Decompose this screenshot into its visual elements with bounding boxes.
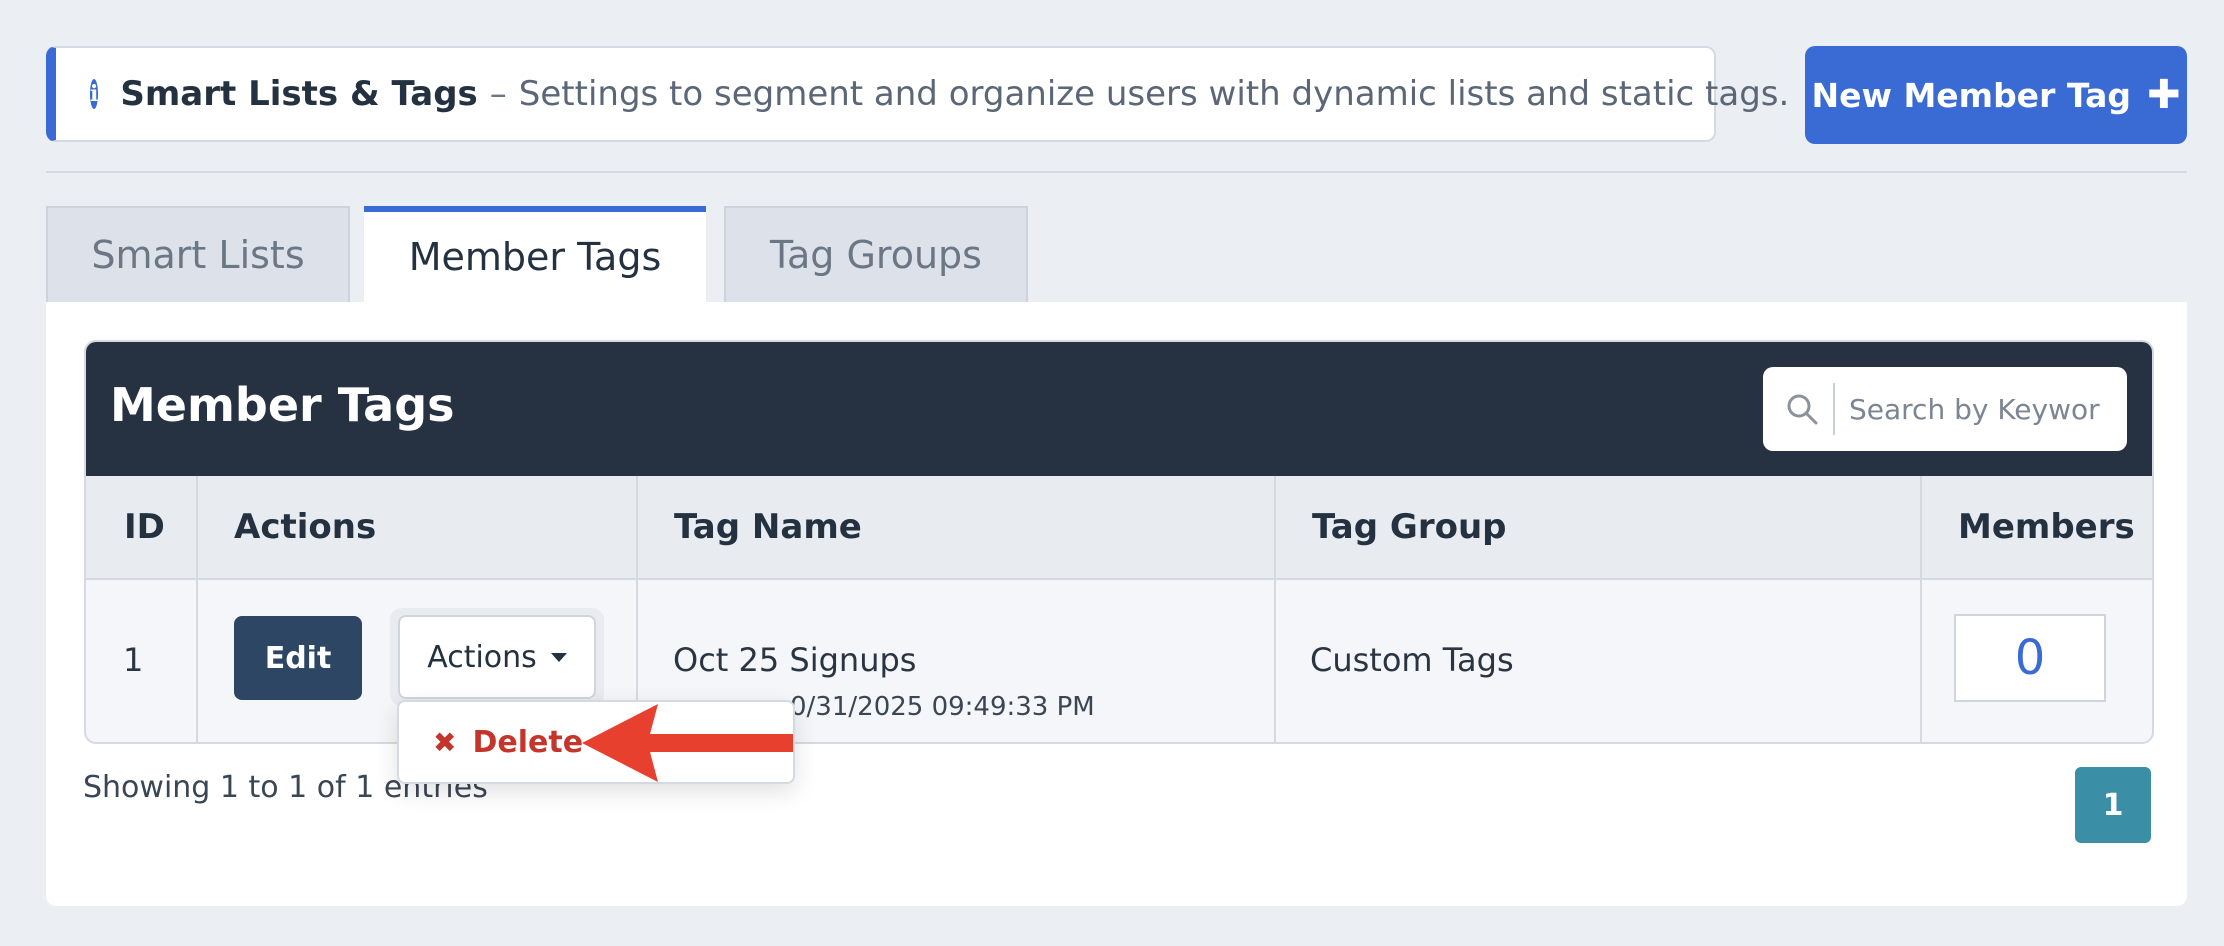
delete-menu-item[interactable]: ✖ Delete: [433, 702, 583, 782]
info-separator: –: [489, 74, 507, 114]
info-banner: i Smart Lists & Tags – Settings to segme…: [46, 46, 1789, 142]
pagination-page-1[interactable]: 1: [2075, 767, 2151, 843]
delete-label: Delete: [472, 724, 584, 760]
new-member-tag-button[interactable]: New Member Tag ✚: [1805, 46, 2187, 144]
members-count-button[interactable]: 0: [1954, 614, 2106, 702]
card-title: Member Tags: [110, 378, 455, 432]
tag-created-date: 0/31/2025 09:49:33 PM: [790, 692, 1095, 722]
tab-member-tags[interactable]: Member Tags: [364, 206, 706, 302]
column-divider: [196, 476, 198, 742]
column-header-id: ID: [124, 507, 165, 547]
tab-label: Tag Groups: [770, 233, 982, 277]
tag-group: Custom Tags: [1310, 641, 1514, 679]
plus-icon: ✚: [2146, 72, 2181, 118]
search-divider: [1833, 383, 1835, 435]
tab-label: Smart Lists: [91, 233, 305, 277]
search-icon: [1787, 394, 1818, 425]
header-divider: [46, 171, 2187, 173]
caret-down-icon: [550, 652, 567, 662]
info-description: Settings to segment and organize users w…: [518, 74, 1790, 114]
close-icon: ✖: [433, 725, 457, 759]
tag-name: Oct 25 Signups: [673, 641, 917, 679]
column-header-tag-group: Tag Group: [1312, 507, 1507, 547]
info-title: Smart Lists & Tags: [120, 74, 478, 114]
search-box[interactable]: [1763, 367, 2127, 451]
new-member-tag-label: New Member Tag: [1811, 75, 2131, 115]
table-header: ID Actions Tag Name Tag Group Members: [86, 476, 2152, 580]
info-icon: i: [90, 79, 99, 109]
tab-tag-groups[interactable]: Tag Groups: [724, 206, 1028, 302]
tab-smart-lists[interactable]: Smart Lists: [46, 206, 350, 302]
row-id: 1: [123, 641, 144, 679]
actions-dropdown-wrap: Actions: [390, 608, 604, 706]
column-header-actions: Actions: [234, 507, 377, 547]
column-divider: [1920, 476, 1922, 742]
tab-label: Member Tags: [408, 235, 662, 279]
column-header-tag-name: Tag Name: [674, 507, 862, 547]
card-header: Member Tags: [86, 342, 2152, 476]
column-header-members: Members: [1958, 507, 2135, 547]
annotation-arrow-icon: [582, 704, 793, 782]
column-divider: [1274, 476, 1276, 742]
actions-label: Actions: [427, 639, 537, 675]
search-input[interactable]: [1847, 391, 2111, 427]
edit-button[interactable]: Edit: [234, 616, 362, 700]
actions-dropdown-button[interactable]: Actions: [398, 615, 596, 699]
